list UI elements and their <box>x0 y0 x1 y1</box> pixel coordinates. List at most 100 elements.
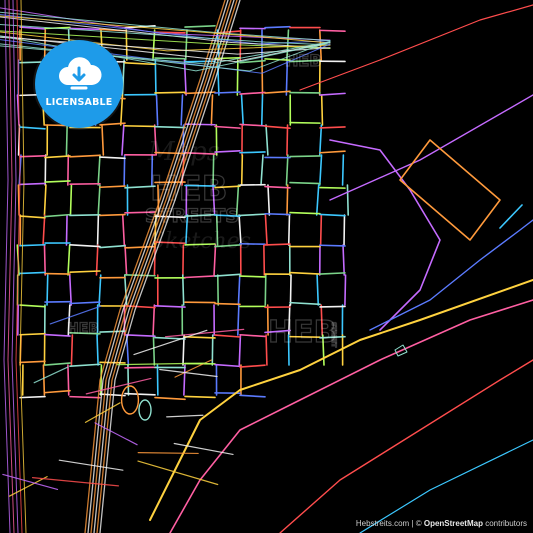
road-segment <box>69 301 101 305</box>
watermark-script-bottom: Sketches <box>150 229 251 254</box>
road-segment <box>216 59 220 96</box>
road-segment <box>19 332 46 336</box>
road-segment <box>239 151 266 154</box>
road-segment <box>33 366 69 384</box>
road-segment <box>11 0 19 533</box>
road-segment <box>152 304 156 336</box>
road-segment <box>341 154 345 186</box>
road-segment <box>65 214 68 246</box>
road-segment <box>2 473 59 491</box>
road-segment <box>214 125 241 129</box>
road-segment <box>344 274 347 306</box>
road-segment <box>369 219 533 331</box>
road-segment <box>319 214 323 246</box>
road-segment <box>19 0 27 533</box>
road-segment <box>124 125 156 128</box>
road-segment <box>184 60 216 63</box>
map-attribution: Hebstreits.com | © OpenStreetMap contrib… <box>356 519 527 528</box>
attribution-osm-link[interactable]: OpenStreetMap <box>424 519 483 528</box>
road-segment <box>44 362 71 366</box>
map-canvas[interactable]: Maps HEB STREETS Sketches HEB STREET HEB… <box>0 0 533 533</box>
attribution-site: Hebstreits.com <box>355 519 410 528</box>
road-segment <box>239 213 266 217</box>
road-segment <box>183 59 187 96</box>
road-segment <box>318 124 323 156</box>
watermark-brand-right: HEB <box>268 315 336 350</box>
road-segment <box>239 364 266 368</box>
road-segment <box>214 334 241 338</box>
licensable-badge[interactable]: LICENSABLE <box>35 40 123 128</box>
road-segment <box>155 94 159 126</box>
road-segment <box>289 271 321 275</box>
road-segment <box>285 154 289 186</box>
road-segment <box>69 395 101 399</box>
road-segment <box>329 94 533 201</box>
road-segment <box>184 25 216 28</box>
road-segment <box>154 59 157 96</box>
road-segment <box>499 204 523 229</box>
road-segment <box>154 125 186 129</box>
road-segment <box>3 0 11 533</box>
road-segment <box>121 59 125 96</box>
road-segment <box>346 184 349 216</box>
road-segment <box>137 452 199 455</box>
road-segment <box>99 156 126 160</box>
road-segment <box>181 274 185 306</box>
road-segment <box>43 184 47 216</box>
road-segment <box>289 274 292 306</box>
road-segment <box>264 243 291 246</box>
road-segment <box>121 214 126 246</box>
road-segment <box>99 361 126 364</box>
road-segment <box>19 215 46 219</box>
cloud-download-icon <box>59 56 102 89</box>
road-segment <box>329 139 441 331</box>
road-segment <box>8 476 48 497</box>
road-segment <box>99 244 126 249</box>
road-segment <box>42 214 46 246</box>
road-segment <box>98 274 102 306</box>
road-segment <box>19 243 46 247</box>
road-segment <box>319 244 346 247</box>
road-segment <box>286 184 289 216</box>
road-segment <box>69 363 101 367</box>
road-segment <box>239 394 266 398</box>
road-segment <box>101 124 105 156</box>
road-segment <box>239 333 266 338</box>
road-segment <box>240 94 245 126</box>
road-segment <box>265 334 268 366</box>
road-segment <box>124 274 156 277</box>
road-segment <box>319 154 323 186</box>
road-segment <box>69 244 101 248</box>
road-segment <box>184 336 216 339</box>
road-segment <box>319 150 346 154</box>
road-segment <box>124 244 128 276</box>
road-segment <box>183 364 186 396</box>
road-segment <box>319 126 346 129</box>
interchange-loop <box>138 399 152 421</box>
road-segment <box>19 360 46 364</box>
road-segment <box>96 334 99 366</box>
road-segment <box>238 334 242 366</box>
road-segment <box>46 274 49 306</box>
road-segment <box>67 244 71 276</box>
road-segment <box>68 274 73 306</box>
attribution-separator: | © <box>409 519 424 528</box>
road-segment <box>69 214 101 217</box>
road-segment <box>267 184 271 216</box>
road-segment <box>264 214 268 246</box>
road-segment <box>69 154 101 158</box>
road-segment <box>133 329 208 356</box>
road-segment <box>116 362 207 366</box>
road-segment <box>214 363 241 368</box>
road-segment <box>184 395 216 399</box>
attribution-contributors: contributors <box>482 519 527 528</box>
road-segment <box>149 279 533 521</box>
road-segment <box>99 330 126 333</box>
road-segment <box>97 154 101 186</box>
road-segment <box>99 213 126 217</box>
interchange-loop <box>120 385 140 415</box>
watermark-script-top: Maps <box>147 137 220 167</box>
road-segment <box>319 213 346 217</box>
road-segment <box>237 274 241 306</box>
road-segment <box>319 92 346 96</box>
